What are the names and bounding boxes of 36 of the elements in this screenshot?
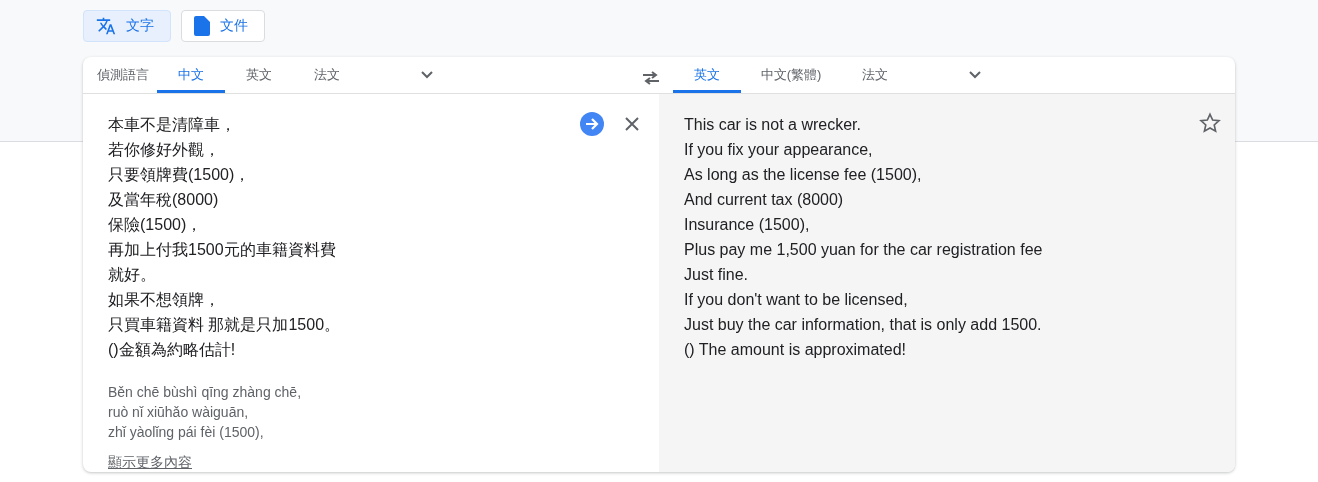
document-icon — [194, 16, 210, 36]
mode-button[interactable]: 文件 — [181, 10, 265, 42]
translated-text-line: () The amount is approximated! — [684, 340, 907, 360]
translated-text-line: If you don't want to be licensed, — [684, 290, 908, 310]
translate-icon — [96, 16, 116, 36]
source-text-line: 若你修好外觀， — [108, 140, 220, 160]
star-icon[interactable] — [1199, 112, 1221, 134]
romanization-line: zhǐ yàolǐng pái fèi (1500), — [108, 423, 264, 442]
translated-text-line: Insurance (1500), — [684, 215, 810, 235]
source-text-line: 保險(1500)， — [108, 215, 203, 235]
source-text-line: ()金額為約略估計! — [108, 340, 236, 360]
source-text-line: 如果不想領牌， — [108, 290, 220, 310]
language-tab[interactable]: 英文 — [673, 57, 741, 93]
source-text-line: 只要領牌費(1500)， — [108, 165, 251, 185]
show-more-link[interactable]: 顯示更多內容 — [108, 454, 192, 472]
mode-button[interactable]: 文字 — [83, 10, 171, 42]
language-tab[interactable]: 法文 — [293, 57, 361, 93]
language-tab[interactable]: 英文 — [225, 57, 293, 93]
source-text-line: 及當年稅(8000) — [108, 190, 219, 210]
translated-text-line: This car is not a wrecker. — [684, 115, 861, 135]
source-text-line: 本車不是清障車， — [108, 115, 236, 135]
language-tab[interactable]: 法文 — [841, 57, 909, 93]
romanization-line: ruò nǐ xiūhǎo wàiguān, — [108, 403, 249, 422]
language-tab[interactable]: 偵測語言 — [89, 57, 157, 93]
translated-text-line: Just buy the car information, that is only add 1500. — [684, 315, 1042, 335]
language-tab[interactable]: 中文 — [157, 57, 225, 93]
translated-text-line: If you fix your appearance, — [684, 140, 873, 160]
translated-text-line: And current tax (8000) — [684, 190, 844, 210]
translated-text-line: As long as the license fee (1500), — [684, 165, 922, 185]
source-text-line: 就好。 — [108, 265, 156, 285]
romanization-line: Běn chē bùshì qīng zhàng chē, — [108, 383, 302, 402]
language-tab[interactable]: 中文(繁體) — [741, 57, 841, 93]
source-text-line: 再加上付我1500元的車籍資料費 — [108, 240, 336, 260]
translated-text-line: Plus pay me 1,500 yuan for the car registration fee — [684, 240, 1043, 260]
translated-text-line: Just fine. — [684, 265, 749, 285]
source-text-line: 只買車籍資料 那就是只加1500。 — [108, 315, 341, 335]
